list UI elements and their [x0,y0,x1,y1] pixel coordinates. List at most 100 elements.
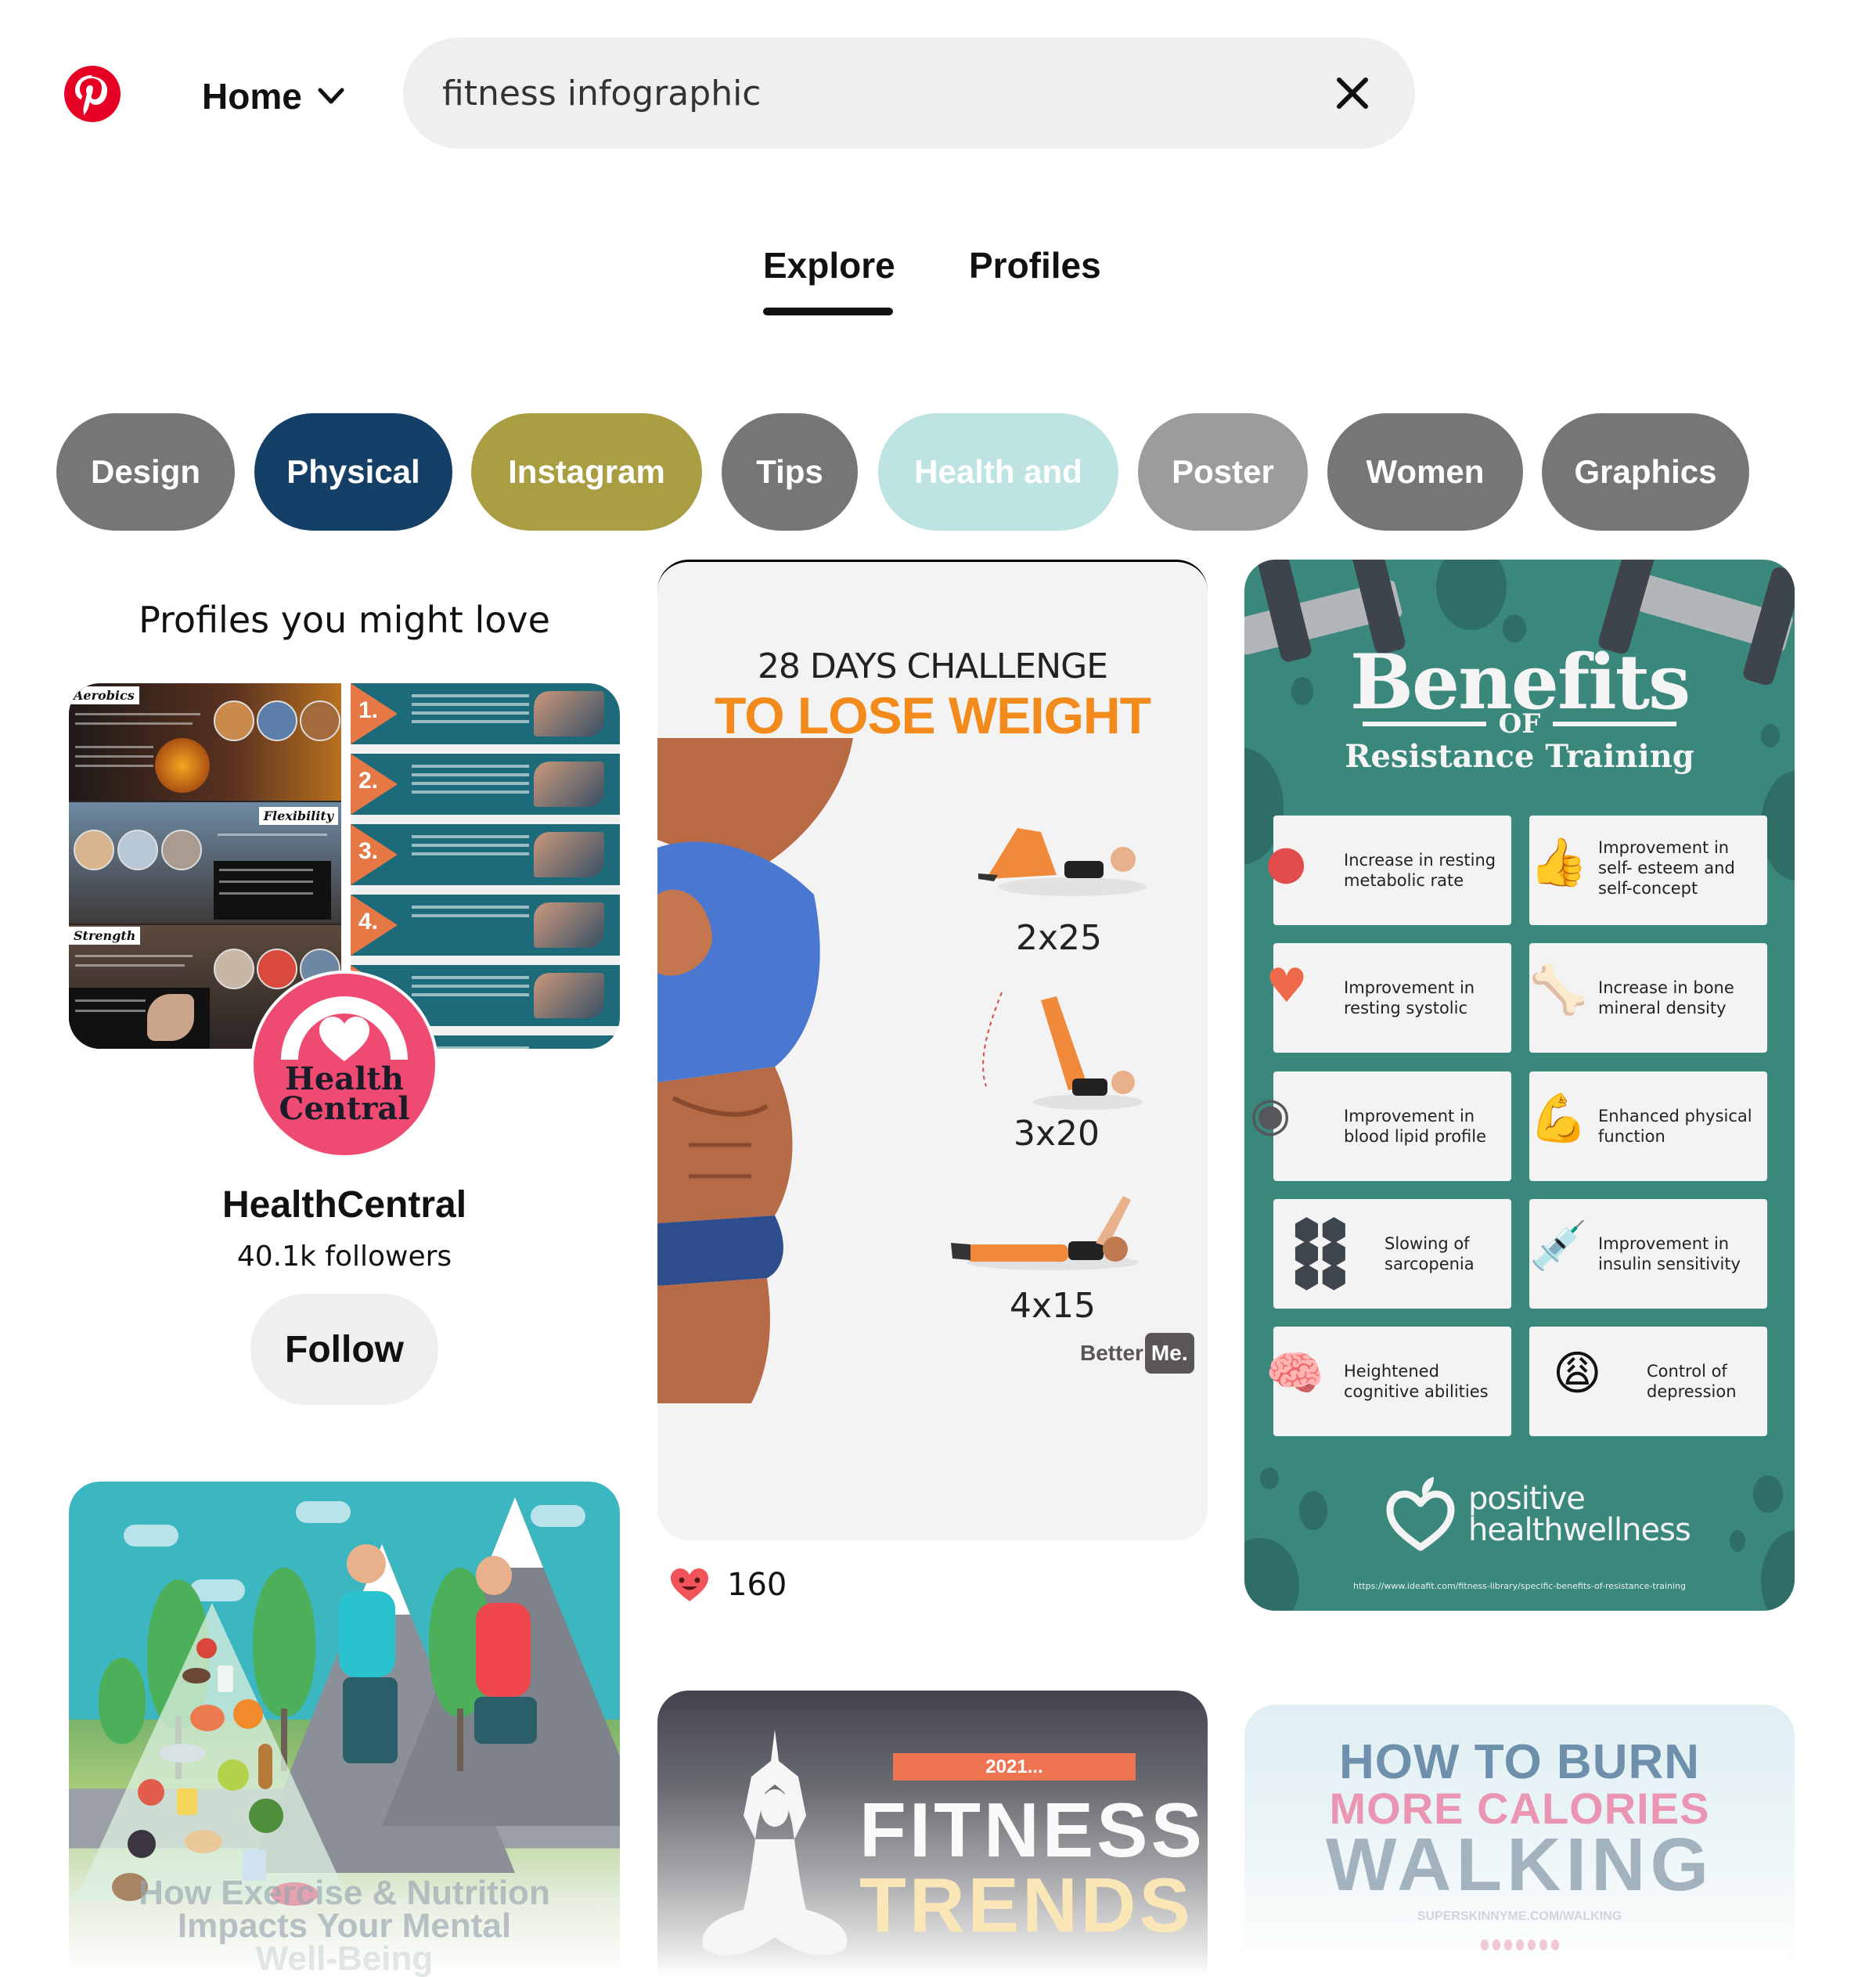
collage-label: Aerobics [69,686,139,704]
runner-man-shorts [474,1697,537,1744]
walking-title-line3: WALKING [1325,1823,1714,1907]
runner-woman-shirt [339,1591,395,1677]
rep-count: 3x20 [1014,1114,1100,1154]
decor-dot [1244,1538,1299,1611]
collage-aerobics-section: Aerobics [69,683,341,801]
collage-flexibility-section: Flexibility [69,802,341,924]
lettuce-icon [249,1799,283,1833]
lime-icon [218,1759,249,1791]
woman-torso-illustration [657,738,853,1403]
benefit-item: 🧠 Heightened cognitive abilities [1266,1327,1511,1436]
benefit-item: 👍 Improvement in self- esteem and self-con… [1529,816,1767,925]
profile-followers: 40.1k followers [236,1241,452,1273]
betterme-logo: Better Me. [1080,1333,1194,1374]
chevron-down-icon [318,88,344,104]
active-tab-indicator [763,308,893,315]
brain-icon: 🧠 [1266,1346,1324,1401]
rep-count: 2x25 [1016,918,1103,958]
runner-woman-head [347,1544,386,1583]
dumbbells-icon: ⬢⬢ ⬢⬢ ⬢⬢ [1293,1212,1348,1295]
clear-search-button[interactable] [1329,70,1376,117]
grapes-icon [128,1830,156,1858]
tab-explore[interactable]: Explore [763,244,895,286]
svg-text:Central: Central [279,1090,409,1127]
runner-man-head [476,1556,512,1595]
benefit-item: ⬢⬢ ⬢⬢ ⬢⬢ Slowing of sarcopenia [1273,1199,1511,1309]
search-bar [403,38,1415,149]
chip-health-and[interactable]: Health and [878,413,1118,531]
tab-profiles[interactable]: Profiles [969,244,1101,286]
chip-poster[interactable]: Poster [1138,413,1308,531]
chip-tips[interactable]: Tips [722,413,858,531]
positive-healthwellness-logo: positive healthwellness [1385,1475,1691,1554]
healthcentral-logo-icon: Health Central [279,996,410,1127]
juice-icon [177,1788,197,1815]
decor-dot [1753,1475,1783,1513]
crunch-exercise-figure [978,828,1147,896]
pinterest-logo[interactable] [64,66,121,122]
crab-icon [190,1705,225,1731]
apple-icon [196,1638,217,1658]
reaction-count: 160 [727,1567,787,1603]
rep-count: 4x15 [1010,1286,1096,1326]
benefits-subtitle: Resistance Training [1345,738,1694,775]
profile-name[interactable]: HealthCentral [69,1183,620,1226]
close-icon [1337,77,1368,109]
cloud-shape [124,1525,178,1547]
chip-women[interactable]: Women [1327,413,1523,531]
chip-physical[interactable]: Physical [254,413,452,531]
blood-pressure-icon: ◉ [1250,1087,1291,1142]
pin-fitness-trends[interactable]: 2021... FITNESS TRENDS [657,1691,1208,1977]
decor-dot [1761,1530,1795,1611]
search-input[interactable] [442,73,1329,113]
benefit-item: ◉ Improvement in blood lipid profile [1250,1071,1511,1181]
chip-graphics[interactable]: Graphics [1542,413,1749,531]
decor-dot [1260,1467,1279,1489]
yoga-figure-icon [702,1730,848,1956]
decor-dot [1730,1530,1745,1552]
tree-trunk [457,1709,463,1771]
pin-title-line2: TO LOSE WEIGHT [715,686,1151,744]
follow-button[interactable]: Follow [250,1294,438,1405]
pin-burn-calories-walking[interactable]: HOW TO BURN MORE CALORIES WALKING SUPERS… [1244,1705,1795,1977]
pin-reactions[interactable]: 160 [669,1567,787,1603]
collage-label: Flexibility [258,807,338,825]
mushroom-icon [182,1668,211,1684]
benefit-item: 💪 Enhanced physical function [1529,1071,1767,1181]
benefit-item: 😩 Control of depression [1529,1327,1767,1436]
home-menu[interactable]: Home [202,70,344,122]
benefit-item: ● Increase in resting metabolic rate [1266,816,1511,925]
heart-smile-icon [671,1568,708,1601]
chip-design[interactable]: Design [56,413,235,531]
cloud-shape [296,1501,351,1523]
watermelon-icon [138,1779,164,1806]
syringe-icon: 💉 [1529,1219,1588,1273]
stomach-icon: ● [1266,835,1307,890]
trends-title-line2: TRENDS [859,1862,1194,1948]
collage-step: 2. [351,754,620,815]
chip-instagram[interactable]: Instagram [471,413,702,531]
pin-title-overlay: How Exercise & Nutrition Impacts Your Me… [139,1874,550,1977]
collage-step: 3. [351,824,620,885]
fish-icon [159,1744,206,1763]
leg-raise-exercise-figure [982,992,1143,1110]
milk-icon [218,1666,233,1692]
benefit-item: 🦴 Increase in bone mineral density [1529,943,1767,1053]
runner-man-shirt [476,1603,531,1697]
pin-lose-weight[interactable]: 28 DAYS CHALLENGE TO LOSE WEIGHT 2x25 3x… [657,560,1208,1540]
home-label: Home [202,76,302,117]
thumbs-up-icon: 👍 [1529,835,1588,890]
collage-step: 4. [351,895,620,956]
trends-year-badge: 2021... [893,1753,1136,1781]
walking-source-url: SUPERSKINNYME.COM/WALKING [1417,1910,1622,1923]
decor-dot [1436,560,1507,630]
pin-exercise-nutrition[interactable]: How Exercise & Nutrition Impacts Your Me… [69,1482,620,1977]
apple-heart-icon [1386,1477,1455,1551]
flexed-arm-icon: 💪 [1529,1091,1588,1146]
pin-benefits-resistance-training[interactable]: Benefits OF Resistance Training ● Increa… [1244,560,1795,1611]
chicken-icon [185,1830,222,1853]
pin-title-line1: 28 DAYS CHALLENGE [757,646,1108,686]
profile-avatar[interactable]: Health Central [250,970,438,1158]
pinterest-p-icon [75,75,107,115]
collage-label: Strength [69,927,141,945]
